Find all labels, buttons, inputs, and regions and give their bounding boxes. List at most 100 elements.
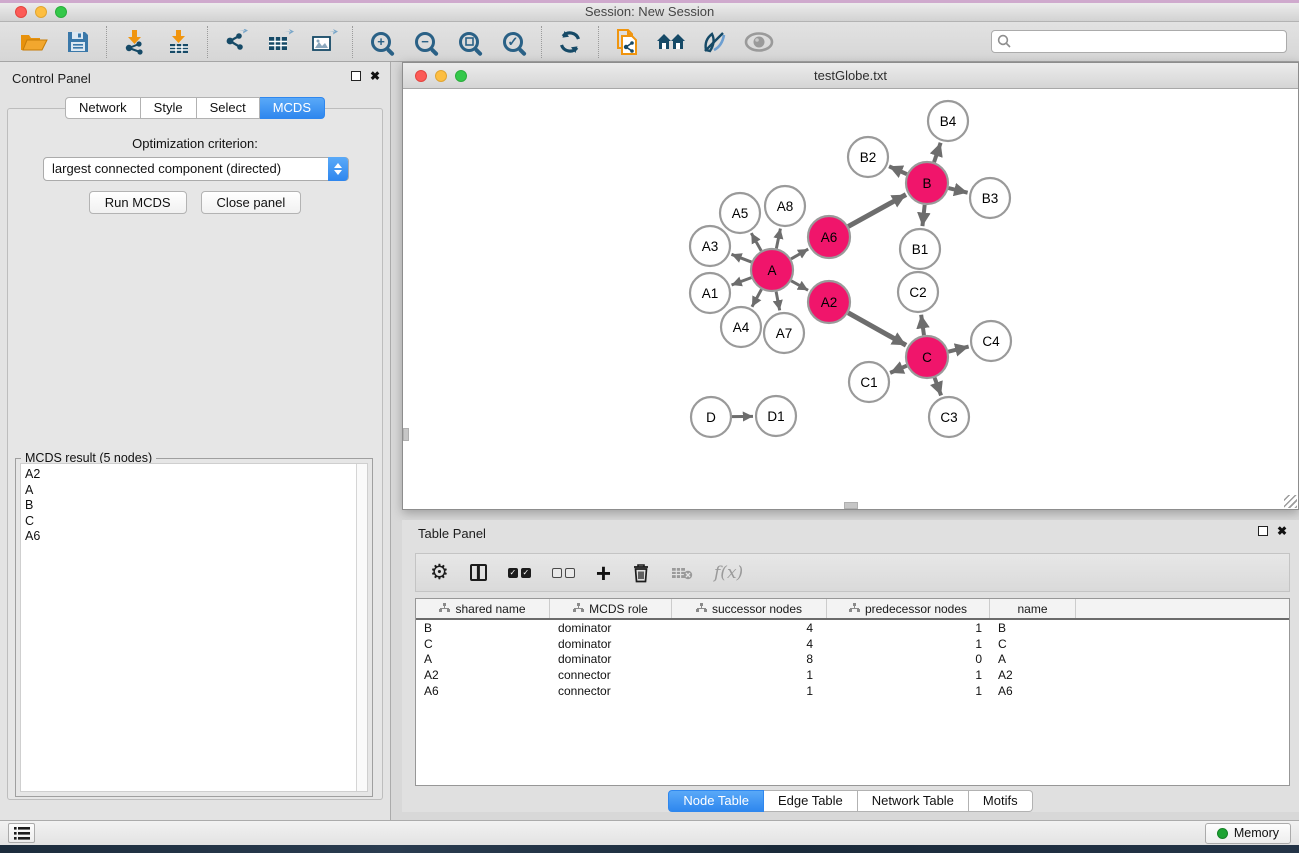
graph-node-B4[interactable]: B4 [928,101,968,141]
home-icon[interactable] [656,27,686,57]
export-table-icon[interactable] [265,27,295,57]
memory-button[interactable]: Memory [1205,823,1291,844]
close-panel-icon[interactable]: ✖ [370,71,380,81]
graph-edge-A-A4[interactable] [752,289,762,306]
float-panel-icon[interactable] [351,71,361,81]
graph-edge-B-B2[interactable] [889,166,907,174]
graph-node-B3[interactable]: B3 [970,178,1010,218]
graph-node-D1[interactable]: D1 [756,396,796,436]
graph-node-A7[interactable]: A7 [764,313,804,353]
table-row[interactable]: Adominator80A [416,651,1289,667]
clone-network-icon[interactable] [612,27,642,57]
graph-edge-A-A3[interactable] [731,254,751,262]
result-list-item[interactable]: A [25,483,367,499]
zoom-out-icon[interactable]: − [410,27,440,57]
column-header-MCDS-role[interactable]: MCDS role [550,599,672,618]
network-minimize-button[interactable] [435,70,447,82]
column-header-successor-nodes[interactable]: successor nodes [672,599,827,618]
column-header-shared-name[interactable]: shared name [416,599,550,618]
graph-node-A8[interactable]: A8 [765,186,805,226]
graph-node-B1[interactable]: B1 [900,229,940,269]
graph-edge-C-C2[interactable] [921,315,924,335]
graph-node-A1[interactable]: A1 [690,273,730,313]
zoom-in-icon[interactable]: + [366,27,396,57]
window-resize-grip[interactable] [1284,495,1297,508]
export-image-icon[interactable] [309,27,339,57]
tab-network[interactable]: Network [65,97,141,119]
criterion-dropdown[interactable]: largest connected component (directed) [43,157,349,181]
tab-select[interactable]: Select [197,97,260,119]
graph-edge-A-A6[interactable] [791,249,808,259]
refresh-icon[interactable] [555,27,585,57]
tab-mcds[interactable]: MCDS [260,97,325,119]
graph-edge-A6-B[interactable] [848,195,906,227]
graph-node-A2[interactable]: A2 [808,281,850,323]
column-header-name[interactable]: name [990,599,1076,618]
network-close-button[interactable] [415,70,427,82]
result-list-item[interactable]: A6 [25,529,367,545]
close-table-panel-icon[interactable]: ✖ [1277,526,1287,536]
graph-edge-A-A8[interactable] [776,229,780,249]
run-mcds-button[interactable]: Run MCDS [89,191,187,214]
toggle-birdseye-icon[interactable] [700,27,730,57]
table-row[interactable]: Bdominator41B [416,620,1289,636]
network-canvas[interactable]: B4 B2 B B3 A5A8A6 B1 A3 A C2 A1 A2 A4A7 C4 C C1 C3 D D1 [403,89,1298,509]
graph-node-C[interactable]: C [906,336,948,378]
graph-edge-A2-C[interactable] [848,313,906,345]
table-row[interactable]: Cdominator41C [416,636,1289,652]
graph-edge-B-B3[interactable] [948,188,967,193]
import-network-icon[interactable] [120,27,150,57]
tab-edge-table[interactable]: Edge Table [764,790,858,812]
result-list-item[interactable]: A2 [25,467,367,483]
close-window-button[interactable] [15,6,27,18]
graph-node-A5[interactable]: A5 [720,193,760,233]
graph-node-B[interactable]: B [906,162,948,204]
task-history-button[interactable] [8,823,35,843]
graph-node-A6[interactable]: A6 [808,216,850,258]
deselect-all-checkbox-icon[interactable] [552,558,575,588]
minimize-window-button[interactable] [35,6,47,18]
tab-style[interactable]: Style [141,97,197,119]
trash-icon[interactable] [632,558,650,588]
select-all-checkbox-icon[interactable]: ✓✓ [508,558,531,588]
graph-node-C1[interactable]: C1 [849,362,889,402]
export-network-icon[interactable] [221,27,251,57]
tab-node-table[interactable]: Node Table [668,790,764,812]
graph-node-D[interactable]: D [691,397,731,437]
zoom-selected-icon[interactable]: ✓ [498,27,528,57]
result-list-item[interactable]: C [25,514,367,530]
gear-icon[interactable]: ⚙ [430,558,449,588]
network-maximize-button[interactable] [455,70,467,82]
result-list-item[interactable]: B [25,498,367,514]
network-horizontal-scrollbar[interactable] [844,502,858,509]
graph-node-A3[interactable]: A3 [690,226,730,266]
network-vertical-scrollbar[interactable] [403,428,409,441]
open-session-icon[interactable] [19,27,49,57]
tab-motifs[interactable]: Motifs [969,790,1033,812]
network-window-titlebar[interactable]: testGlobe.txt [403,63,1298,89]
tab-network-table[interactable]: Network Table [858,790,969,812]
import-table-icon[interactable] [164,27,194,57]
graph-node-C3[interactable]: C3 [929,397,969,437]
graph-edge-A-A2[interactable] [791,281,808,290]
graph-node-C4[interactable]: C4 [971,321,1011,361]
graph-edge-A-A1[interactable] [732,278,752,285]
graph-edge-C-C4[interactable] [948,347,968,352]
add-column-icon[interactable]: + [596,558,611,588]
graph-node-B2[interactable]: B2 [848,137,888,177]
graph-node-A[interactable]: A [751,249,793,291]
zoom-fit-icon[interactable] [454,27,484,57]
show-hide-graphics-icon[interactable] [744,27,774,57]
graph-edge-B-B1[interactable] [922,205,924,226]
graph-edge-A-A7[interactable] [776,292,780,311]
float-table-panel-icon[interactable] [1258,526,1268,536]
maximize-window-button[interactable] [55,6,67,18]
graph-edge-B-B4[interactable] [934,143,941,162]
graph-edge-A-A5[interactable] [751,233,761,251]
table-row[interactable]: A6connector11A6 [416,683,1289,699]
close-panel-button[interactable]: Close panel [201,191,302,214]
graph-edge-C-C1[interactable] [890,366,907,373]
graph-node-A4[interactable]: A4 [721,307,761,347]
save-session-icon[interactable] [63,27,93,57]
graph-node-C2[interactable]: C2 [898,272,938,312]
